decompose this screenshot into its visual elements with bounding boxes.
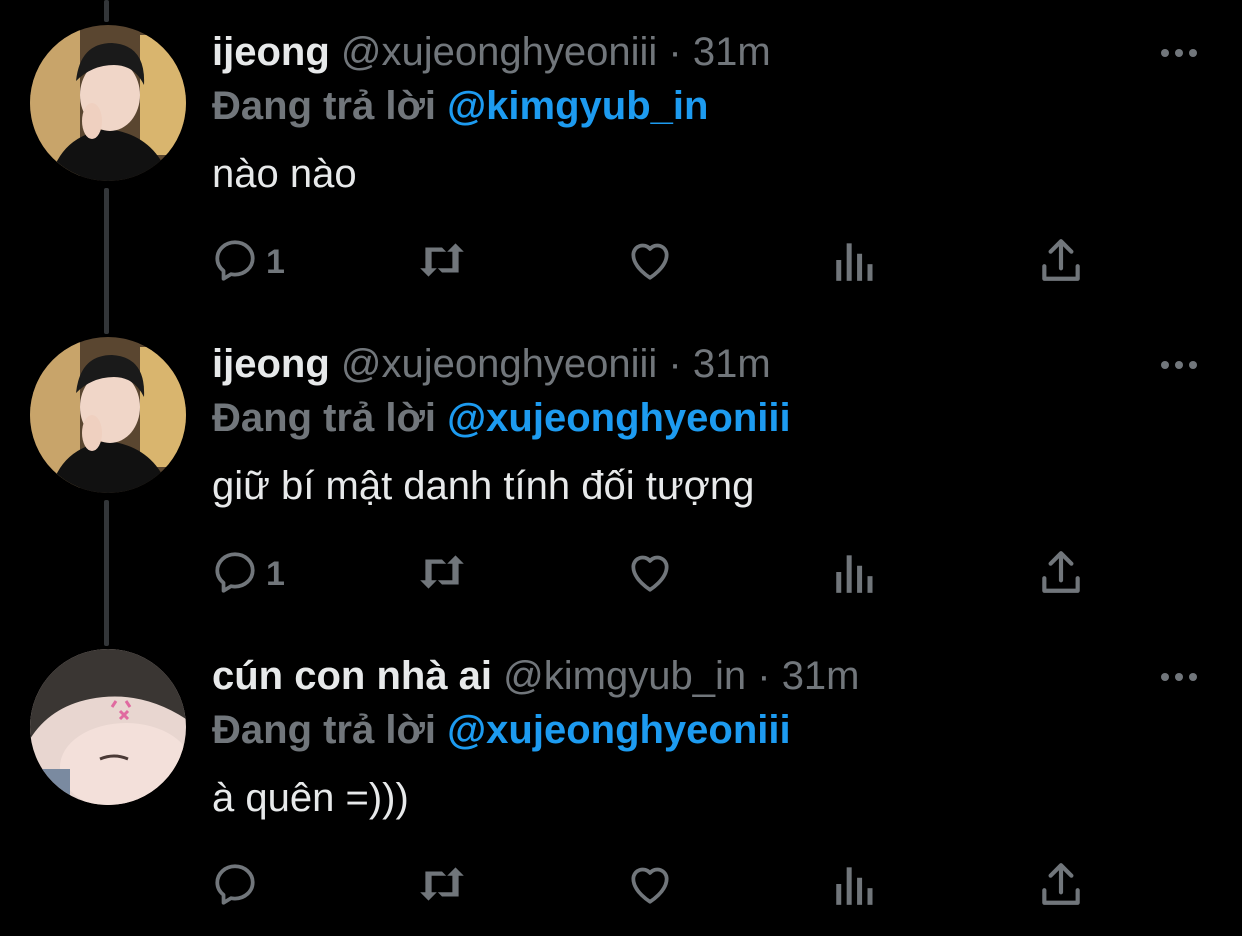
tweet-header: cún con nhà ai @kimgyub_in · 31m: [212, 652, 860, 700]
retweet-button[interactable]: [415, 856, 469, 916]
reply-icon: [210, 859, 260, 914]
views-button[interactable]: [832, 856, 878, 916]
avatar[interactable]: [30, 649, 186, 805]
action-bar: 1: [210, 544, 1110, 604]
like-icon: [625, 547, 675, 602]
user-handle[interactable]: @xujeonghyeoniii: [341, 342, 657, 386]
reply-prefix: Đang trả lời: [212, 396, 437, 440]
display-name[interactable]: ijeong: [212, 342, 330, 386]
reply-count: 1: [266, 554, 285, 593]
tweet[interactable]: ijeong @xujeonghyeoniii · 31m Đang trả l…: [0, 312, 1242, 624]
tweet-text: nào nào: [212, 152, 357, 196]
like-button[interactable]: [625, 544, 675, 604]
reply-button[interactable]: 1: [210, 544, 285, 604]
reply-prefix: Đang trả lời: [212, 84, 437, 128]
views-button[interactable]: [832, 544, 878, 604]
tweet[interactable]: ijeong @xujeonghyeoniii · 31m Đang trả l…: [0, 0, 1242, 312]
reply-icon: [210, 235, 260, 290]
share-button[interactable]: [1038, 544, 1084, 604]
mention-link[interactable]: @xujeonghyeoniii: [447, 396, 790, 440]
tweet-header: ijeong @xujeonghyeoniii · 31m: [212, 340, 771, 388]
share-icon: [1038, 547, 1084, 602]
more-horizontal-icon[interactable]: [1158, 662, 1200, 692]
views-icon: [832, 547, 878, 602]
timestamp[interactable]: 31m: [782, 654, 860, 698]
display-name[interactable]: cún con nhà ai: [212, 654, 492, 698]
timestamp[interactable]: 31m: [693, 30, 771, 74]
more-horizontal-icon[interactable]: [1158, 350, 1200, 380]
user-handle[interactable]: @kimgyub_in: [503, 654, 746, 698]
reply-prefix: Đang trả lời: [212, 708, 437, 752]
retweet-button[interactable]: [415, 544, 469, 604]
views-button[interactable]: [832, 232, 878, 292]
reply-button[interactable]: [210, 856, 266, 916]
views-icon: [832, 235, 878, 290]
like-button[interactable]: [625, 856, 675, 916]
tweet[interactable]: cún con nhà ai @kimgyub_in · 31m Đang tr…: [0, 624, 1242, 936]
tweet-header: ijeong @xujeonghyeoniii · 31m: [212, 28, 771, 76]
replying-to: Đang trả lời @xujeonghyeoniii: [212, 394, 791, 442]
like-icon: [625, 235, 675, 290]
retweet-icon: [415, 547, 469, 602]
separator: ·: [668, 30, 682, 74]
share-button[interactable]: [1038, 856, 1084, 916]
tweet-text: giữ bí mật danh tính đối tượng: [212, 464, 755, 508]
avatar[interactable]: [30, 337, 186, 493]
action-bar: 1: [210, 232, 1110, 292]
replying-to: Đang trả lời @xujeonghyeoniii: [212, 706, 791, 754]
like-button[interactable]: [625, 232, 675, 292]
display-name[interactable]: ijeong: [212, 30, 330, 74]
retweet-icon: [415, 859, 469, 914]
separator: ·: [668, 342, 682, 386]
more-horizontal-icon[interactable]: [1158, 38, 1200, 68]
reply-icon: [210, 547, 260, 602]
reply-button[interactable]: 1: [210, 232, 285, 292]
share-button[interactable]: [1038, 232, 1084, 292]
reply-count: 1: [266, 242, 285, 281]
mention-link[interactable]: @kimgyub_in: [447, 84, 708, 128]
retweet-icon: [415, 235, 469, 290]
views-icon: [832, 859, 878, 914]
share-icon: [1038, 859, 1084, 914]
tweet-text: à quên =))): [212, 776, 409, 820]
retweet-button[interactable]: [415, 232, 469, 292]
timestamp[interactable]: 31m: [693, 342, 771, 386]
action-bar: [210, 856, 1110, 916]
user-handle[interactable]: @xujeonghyeoniii: [341, 30, 657, 74]
mention-link[interactable]: @xujeonghyeoniii: [447, 708, 790, 752]
share-icon: [1038, 235, 1084, 290]
separator: ·: [757, 654, 771, 698]
like-icon: [625, 859, 675, 914]
replying-to: Đang trả lời @kimgyub_in: [212, 82, 708, 130]
avatar[interactable]: [30, 25, 186, 181]
